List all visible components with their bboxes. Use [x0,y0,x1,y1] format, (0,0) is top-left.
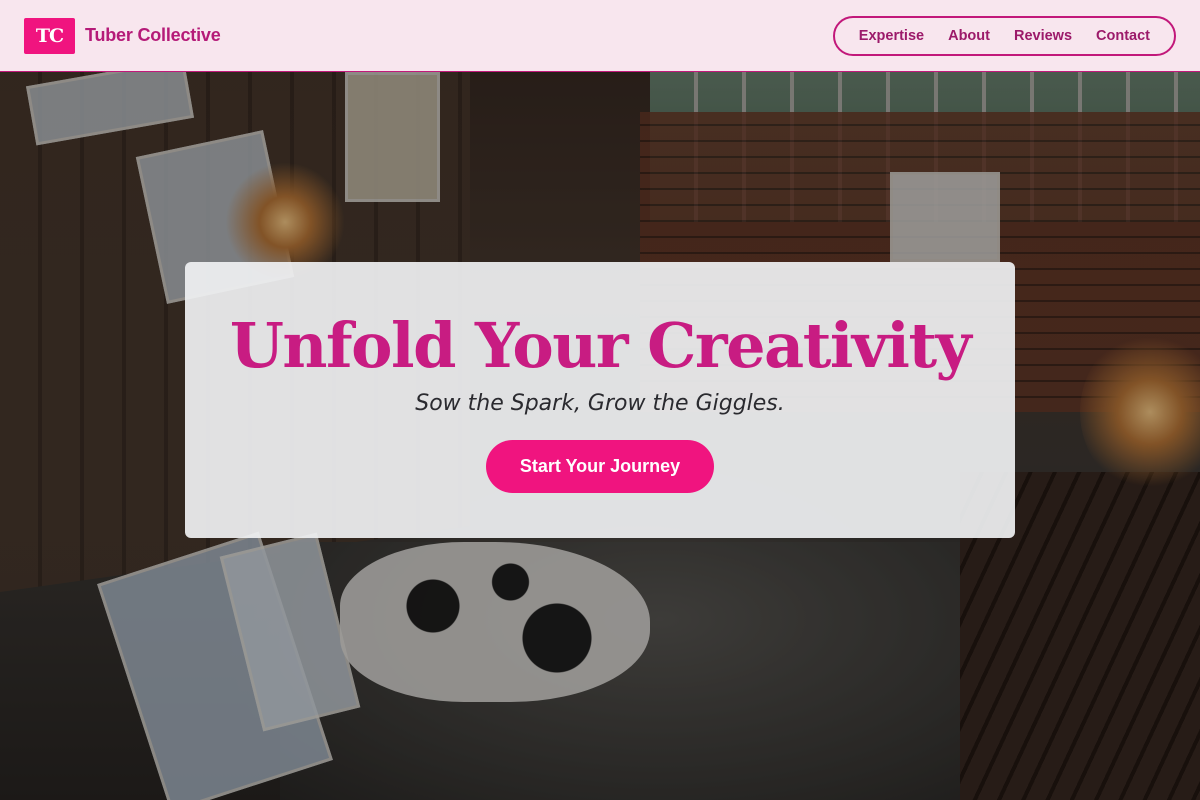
start-journey-button[interactable]: Start Your Journey [486,440,714,493]
brand-name: Tuber Collective [85,25,221,45]
hero-subtitle: Sow the Spark, Grow the Giggles. [415,391,785,416]
nav-contact[interactable]: Contact [1096,28,1150,44]
brand-logo: TC [24,17,75,54]
nav-expertise[interactable]: Expertise [859,28,924,44]
main-nav: Expertise About Reviews Contact [832,15,1176,56]
hero-card: Unfold Your Creativity Sow the Spark, Gr… [185,262,1015,538]
nav-reviews[interactable]: Reviews [1014,28,1072,44]
hero-title: Unfold Your Creativity [229,309,972,382]
nav-about[interactable]: About [948,28,990,44]
brand-link[interactable]: TC Tuber Collective [24,17,221,54]
site-header: TC Tuber Collective Expertise About Revi… [0,0,1200,72]
